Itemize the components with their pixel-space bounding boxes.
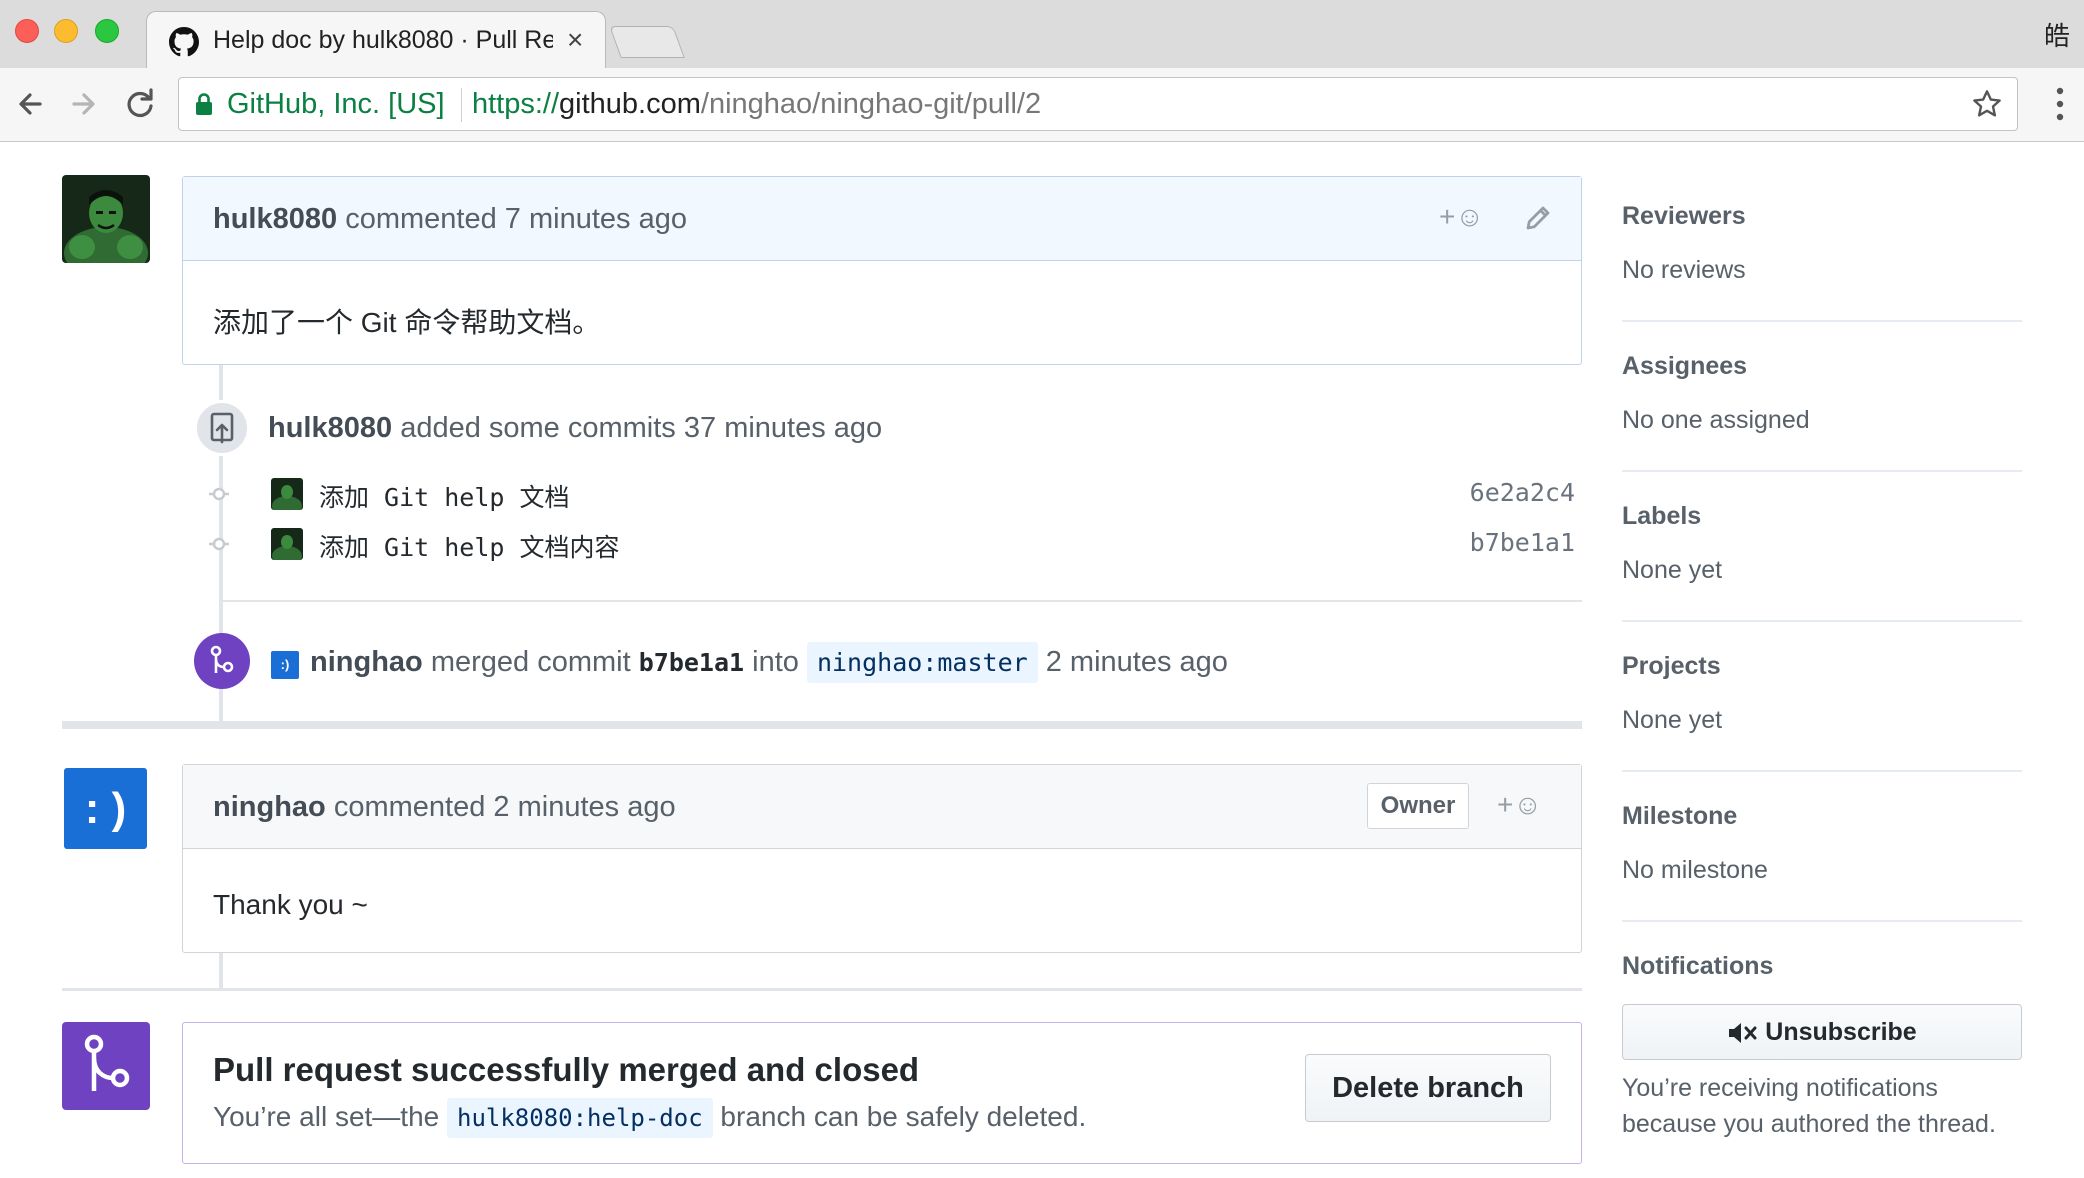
push-author[interactable]: hulk8080: [268, 412, 392, 444]
owner-badge: Owner: [1367, 783, 1469, 829]
ev-certificate-label[interactable]: GitHub, Inc. [US]: [227, 88, 445, 121]
avatar-image: [271, 478, 303, 510]
avatar-image: [62, 175, 150, 263]
profile-button[interactable]: 皓: [2044, 16, 2070, 53]
comment-body: Thank you ~: [213, 889, 368, 920]
sidebar-reviewers-value: No reviews: [1622, 256, 1746, 284]
merge-event-text: ninghao merged commit b7be1a1 into ningh…: [310, 642, 1228, 683]
address-bar[interactable]: GitHub, Inc. [US] https://github.com/nin…: [178, 77, 2018, 131]
merge-status-title: Pull request successfully merged and clo…: [213, 1051, 920, 1088]
commit-sha[interactable]: 6e2a2c4: [1470, 478, 1575, 507]
minimize-window-button[interactable]: [54, 19, 78, 43]
commit-row: 添加 Git help 文档 6e2a2c4: [205, 474, 1575, 514]
commit-avatar[interactable]: [271, 528, 303, 560]
git-merge-icon: [210, 645, 234, 673]
back-icon[interactable]: [10, 84, 50, 124]
comment-timestamp[interactable]: 2 minutes ago: [493, 791, 675, 823]
unsubscribe-button[interactable]: Unsubscribe: [1622, 1004, 2022, 1060]
comment-header-text: hulk8080 commented 7 minutes ago: [213, 203, 687, 235]
comment-timestamp[interactable]: 7 minutes ago: [505, 203, 687, 235]
comment-card: hulk8080 commented 7 minutes ago +☺ 添加了一…: [182, 176, 1582, 365]
avatar[interactable]: [62, 175, 150, 263]
omnibox-divider: [461, 88, 462, 122]
sidebar-divider: [1622, 770, 2022, 772]
pencil-icon[interactable]: [1523, 203, 1553, 233]
tab-title: Help doc by hulk8080 · Pull Re: [213, 26, 553, 54]
github-favicon-icon: [169, 27, 199, 57]
add-reaction-icon[interactable]: +☺: [1439, 201, 1484, 233]
repo-push-badge: [194, 400, 250, 456]
notification-reason: You’re receiving notifications because y…: [1622, 1074, 1996, 1138]
mute-icon: [1729, 1023, 1757, 1044]
reload-icon[interactable]: [120, 84, 160, 124]
add-reaction-icon[interactable]: +☺: [1497, 789, 1542, 821]
comment-header-text: ninghao commented 2 minutes ago: [213, 791, 676, 823]
sidebar-projects-value: None yet: [1622, 706, 1723, 734]
source-branch-label: hulk8080:help-doc: [447, 1098, 713, 1138]
comment-author[interactable]: ninghao: [213, 791, 326, 823]
tab-close-icon[interactable]: ×: [567, 24, 583, 56]
sidebar-divider: [1622, 470, 2022, 472]
browser-tab-active[interactable]: Help doc by hulk8080 · Pull Re ×: [146, 11, 606, 69]
timeline-divider: [62, 988, 1582, 991]
close-window-button[interactable]: [15, 19, 39, 43]
merge-status-box: Pull request successfully merged and clo…: [182, 1022, 1582, 1164]
commit-message[interactable]: 添加 Git help 文档内容: [319, 528, 620, 564]
merge-status-icon: [62, 1022, 150, 1110]
menu-icon[interactable]: [2054, 86, 2066, 122]
url-text[interactable]: https://github.com/ninghao/ninghao-git/p…: [472, 88, 1041, 121]
comment-header: ninghao commented 2 minutes ago Owner +☺: [183, 765, 1581, 849]
timeline-thick-divider: [62, 721, 1582, 729]
merged-badge: [194, 633, 250, 689]
git-merge-icon: [84, 1034, 130, 1091]
merge-commit-sha[interactable]: b7be1a1: [639, 648, 744, 677]
sidebar-assignees-title[interactable]: Assignees: [1622, 352, 1747, 381]
avatar[interactable]: : ): [64, 768, 147, 849]
commit-avatar[interactable]: [271, 478, 303, 510]
new-tab-button[interactable]: [609, 26, 685, 58]
lock-icon: [196, 93, 212, 115]
sidebar-milestone-value: No milestone: [1622, 856, 1768, 884]
avatar-image: [271, 528, 303, 560]
sidebar-divider: [1622, 320, 2022, 322]
commit-sha[interactable]: b7be1a1: [1470, 528, 1575, 557]
comment-header: hulk8080 commented 7 minutes ago +☺: [183, 177, 1581, 261]
target-branch-label: ninghao:master: [806, 642, 1038, 683]
merger-avatar[interactable]: :): [271, 651, 299, 679]
comment-body: 添加了一个 Git 命令帮助文档。: [213, 307, 601, 338]
commit-message[interactable]: 添加 Git help 文档: [319, 478, 570, 514]
repo-push-icon: [210, 412, 234, 444]
sidebar-assignees-value: No one assigned: [1622, 406, 1810, 434]
commit-icon: [209, 537, 229, 551]
star-icon[interactable]: [1971, 88, 2003, 120]
sidebar-notifications-title: Notifications: [1622, 952, 1774, 980]
browser-toolbar: GitHub, Inc. [US] https://github.com/nin…: [0, 68, 2084, 142]
comment-author[interactable]: hulk8080: [213, 203, 337, 235]
sidebar-labels-value: None yet: [1622, 556, 1723, 584]
timeline-line: [219, 953, 223, 989]
push-timestamp[interactable]: 37 minutes ago: [684, 412, 882, 444]
comment-card: ninghao commented 2 minutes ago Owner +☺…: [182, 764, 1582, 953]
commit-row: 添加 Git help 文档内容 b7be1a1: [205, 524, 1575, 564]
sidebar-divider: [1622, 620, 2022, 622]
merge-status-subtitle: You’re all set—the hulk8080:help-doc bra…: [213, 1098, 1086, 1138]
zoom-window-button[interactable]: [95, 19, 119, 43]
commit-icon: [209, 487, 229, 501]
sidebar-milestone-title[interactable]: Milestone: [1622, 802, 1737, 831]
merge-timestamp[interactable]: 2 minutes ago: [1046, 646, 1228, 678]
forward-icon[interactable]: [64, 84, 104, 124]
sidebar-divider: [1622, 920, 2022, 922]
push-event-text: hulk8080 added some commits 37 minutes a…: [268, 412, 883, 444]
unsubscribe-label: Unsubscribe: [1765, 1018, 1917, 1046]
browser-tab-strip: Help doc by hulk8080 · Pull Re × 皓: [0, 0, 2084, 69]
sidebar-projects-title[interactable]: Projects: [1622, 652, 1721, 681]
merge-author[interactable]: ninghao: [310, 646, 423, 678]
sidebar-reviewers-title[interactable]: Reviewers: [1622, 202, 1746, 231]
delete-branch-button[interactable]: Delete branch: [1305, 1054, 1551, 1122]
sidebar-labels-title[interactable]: Labels: [1622, 502, 1701, 531]
timeline-divider: [220, 600, 1582, 602]
